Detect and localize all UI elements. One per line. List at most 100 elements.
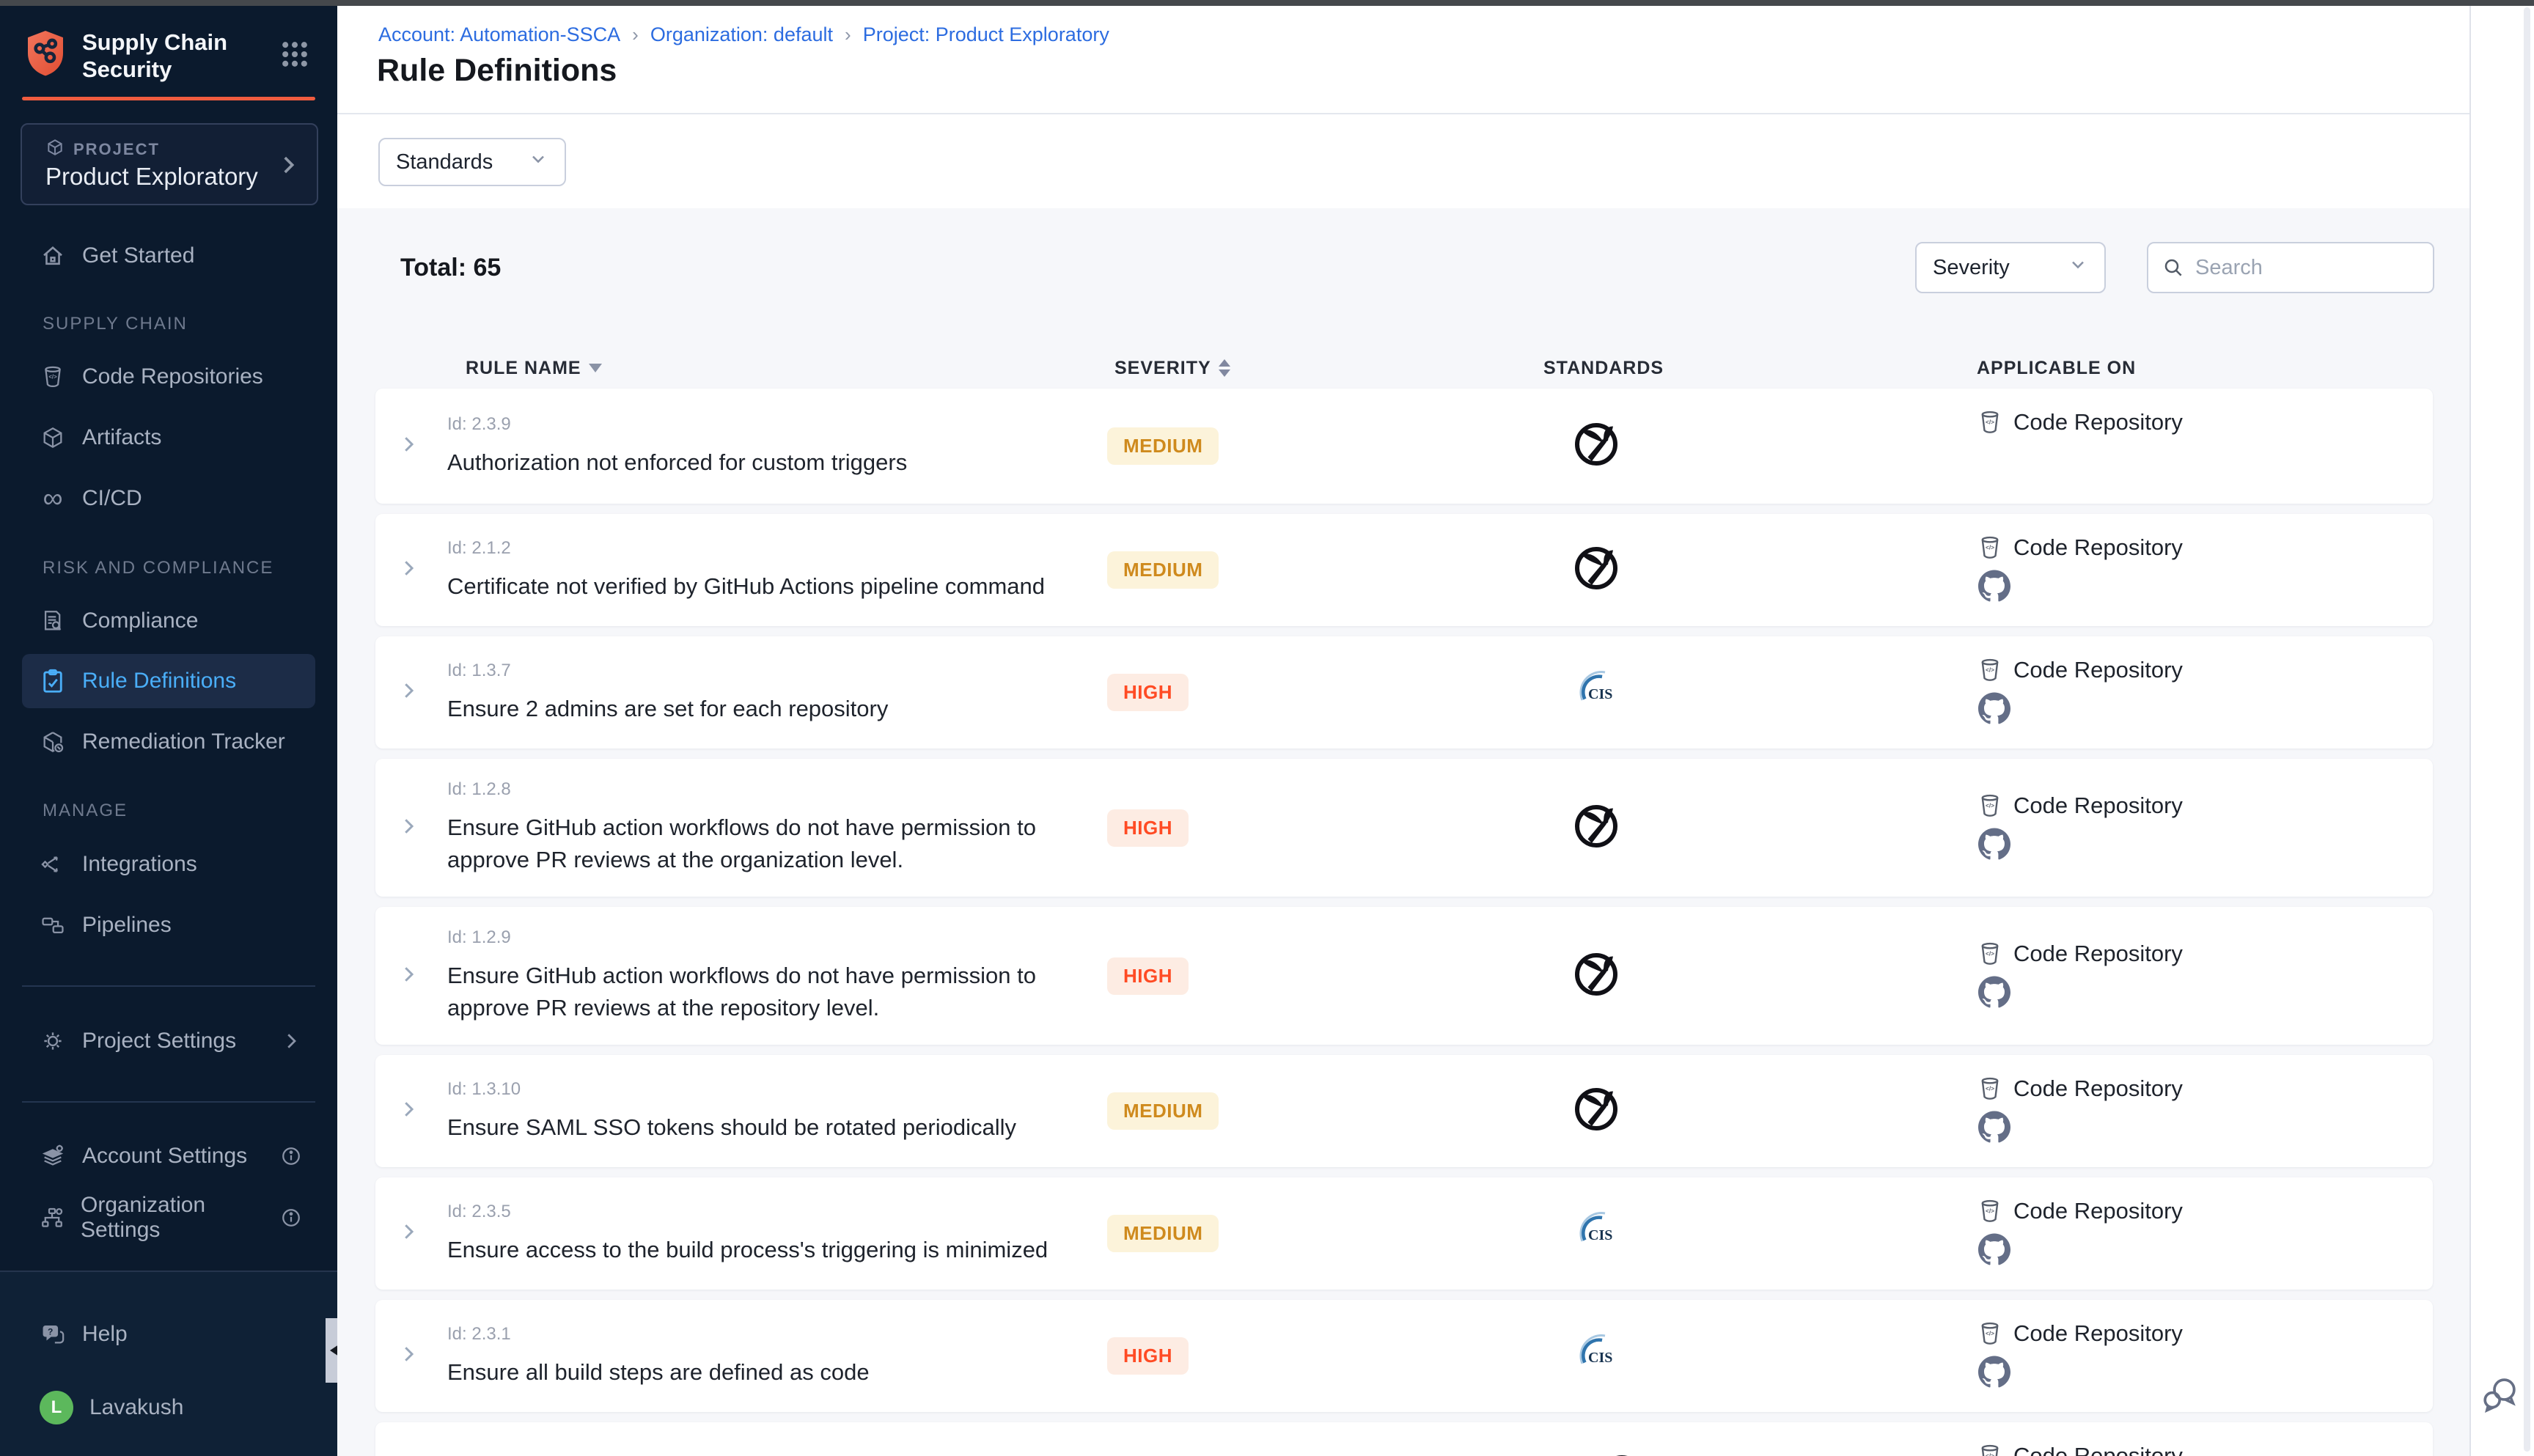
github-icon [1978,1356,2010,1391]
support-chat-icon[interactable] [2481,1375,2519,1417]
infinity-icon: ∞ [40,491,66,506]
standards-icons: CIS [1395,1331,1798,1381]
table-row[interactable]: Id: 1.1.9 HIGH CIS </>Code Repository [375,1422,2433,1456]
app-logo-shield-icon [22,29,69,84]
rule-name: Ensure 2 admins are set for each reposit… [447,693,1070,725]
expand-row-icon[interactable] [397,680,419,705]
user-menu[interactable]: LLavakush [22,1383,315,1432]
expand-row-icon[interactable] [397,815,419,841]
sort-both-icon [1219,359,1230,377]
sidebar-item-help[interactable]: ?Help [22,1310,315,1358]
svg-text:</>: </> [1986,1453,1994,1456]
info-icon[interactable] [280,1207,302,1229]
code-repository-icon: </> [1977,409,2003,435]
expand-row-icon[interactable] [397,1221,419,1246]
source-icon-slot: </> [1977,444,2433,483]
expand-row-icon[interactable] [397,433,419,459]
severity-badge: HIGH [1107,1337,1189,1375]
project-name: Product Exploratory [45,163,258,191]
svg-text:</>: </> [48,374,57,380]
svg-text:</>: </> [1986,1331,1994,1337]
sidebar-divider [22,985,315,987]
table-row[interactable]: Id: 2.1.2 Certificate not verified by Git… [375,514,2433,626]
svg-text:CIS: CIS [1588,1350,1612,1366]
column-header-severity[interactable]: SEVERITY [1101,358,1395,379]
svg-text:CIS: CIS [1588,686,1612,702]
breadcrumb-organization-link[interactable]: Organization: default [650,23,833,46]
github-icon [1978,828,2010,864]
accent-bar [22,97,315,100]
sidebar-item-integrations[interactable]: Integrations [22,840,315,889]
table-row[interactable]: Id: 1.2.8Ensure GitHub action workflows … [375,759,2433,897]
sidebar-item-artifacts[interactable]: Artifacts [22,413,315,462]
source-icon-slot [1977,1233,2433,1269]
source-icon-slot [1977,976,2433,1012]
standards-icons [1395,421,1798,471]
sidebar-item-compliance[interactable]: Compliance [22,597,315,645]
column-header-rule-name[interactable]: RULE NAME [441,358,1101,379]
table-row[interactable]: Id: 1.2.9Ensure GitHub action workflows … [375,907,2433,1045]
sidebar-item-organization-settings[interactable]: Organization Settings [22,1194,315,1242]
expand-row-icon[interactable] [397,963,419,989]
table-row[interactable]: Id: 1.3.7 Ensure 2 admins are set for eac… [375,636,2433,749]
expand-row-icon[interactable] [397,1098,419,1124]
github-icon [1978,976,2010,1012]
svg-text:?: ? [48,1326,53,1336]
sidebar: Supply ChainSecurity PROJECT Product Exp… [0,6,337,1456]
table-row[interactable]: Id: 2.3.5Ensure access to the build proc… [375,1177,2433,1290]
window-top-strip [0,0,2534,6]
svg-text:</>: </> [1988,456,2003,468]
total-count: Total: 65 [400,254,501,282]
code-repository-icon: </> [1977,1076,2003,1102]
severity-filter-dropdown[interactable]: Severity [1915,242,2106,293]
chevron-separator: › [845,23,851,46]
breadcrumb-account-link[interactable]: Account: Automation-SSCA [378,23,620,46]
supply-chain-security-app: Supply ChainSecurity PROJECT Product Exp… [0,0,2534,1456]
sidebar-item-project-settings[interactable]: Project Settings [22,1017,315,1065]
code-repository-icon: </> [1977,793,2003,819]
rule-id: Id: 1.3.7 [447,661,1101,681]
owasp-standard-icon [1573,421,1620,471]
source-icon-slot [1977,692,2433,728]
document-search-icon [40,608,66,633]
layers-gear-icon [40,1144,66,1169]
table-row[interactable]: Id: 2.3.9Authorization not enforced for … [375,389,2433,504]
sidebar-item-code-repositories[interactable]: </>Code Repositories [22,353,315,401]
expand-row-icon[interactable] [397,557,419,583]
github-icon [1978,570,2010,606]
scrollbar[interactable] [2524,7,2530,1452]
rule-id: Id: 2.1.2 [447,538,1101,559]
sidebar-item-get-started[interactable]: Get Started [22,232,315,280]
share-nodes-icon [40,852,66,877]
owasp-standard-icon [1573,951,1620,1001]
table-row[interactable]: Id: 1.3.10Ensure SAML SSO tokens should … [375,1055,2433,1167]
sidebar-item-account-settings[interactable]: Account Settings [22,1132,315,1180]
applicable-on-label: Code Repository [2013,1320,2183,1347]
github-icon [1978,1233,2010,1269]
code-repository-icon: </> [1977,1198,2003,1224]
rule-id: Id: 2.3.1 [447,1324,1101,1345]
standards-icons: CIS [1395,667,1798,718]
sidebar-item-rule-definitions[interactable]: Rule Definitions [22,654,315,708]
info-icon[interactable] [280,1145,302,1167]
breadcrumb-project-link[interactable]: Project: Product Exploratory [863,23,1109,46]
svg-text:CIS: CIS [1588,1227,1612,1243]
user-name: Lavakush [89,1395,183,1420]
sidebar-item-cicd[interactable]: ∞CI/CD [22,474,315,523]
cis-standard-icon: CIS [1573,1331,1620,1381]
table-row[interactable]: Id: 2.3.1Ensure all build steps are defi… [375,1300,2433,1412]
expand-row-icon[interactable] [397,1343,419,1369]
severity-badge: MEDIUM [1107,1215,1219,1252]
sidebar-item-remediation-tracker[interactable]: Remediation Tracker [22,718,315,766]
search-input[interactable] [2195,256,2420,280]
applicable-on-label: Code Repository [2013,534,2183,561]
sidebar-item-pipelines[interactable]: Pipelines [22,901,315,949]
app-switcher-grid-icon[interactable] [279,38,311,74]
rule-name: Certificate not verified by GitHub Actio… [447,570,1070,603]
cis-standard-icon: CIS [1573,1208,1620,1259]
project-selector[interactable]: PROJECT Product Exploratory [21,123,318,205]
chevron-down-icon [2068,254,2088,281]
rule-id: Id: 2.3.9 [447,414,1101,435]
standards-filter-dropdown[interactable]: Standards [378,138,566,186]
cis-standard-icon: CIS [1547,1453,1594,1456]
